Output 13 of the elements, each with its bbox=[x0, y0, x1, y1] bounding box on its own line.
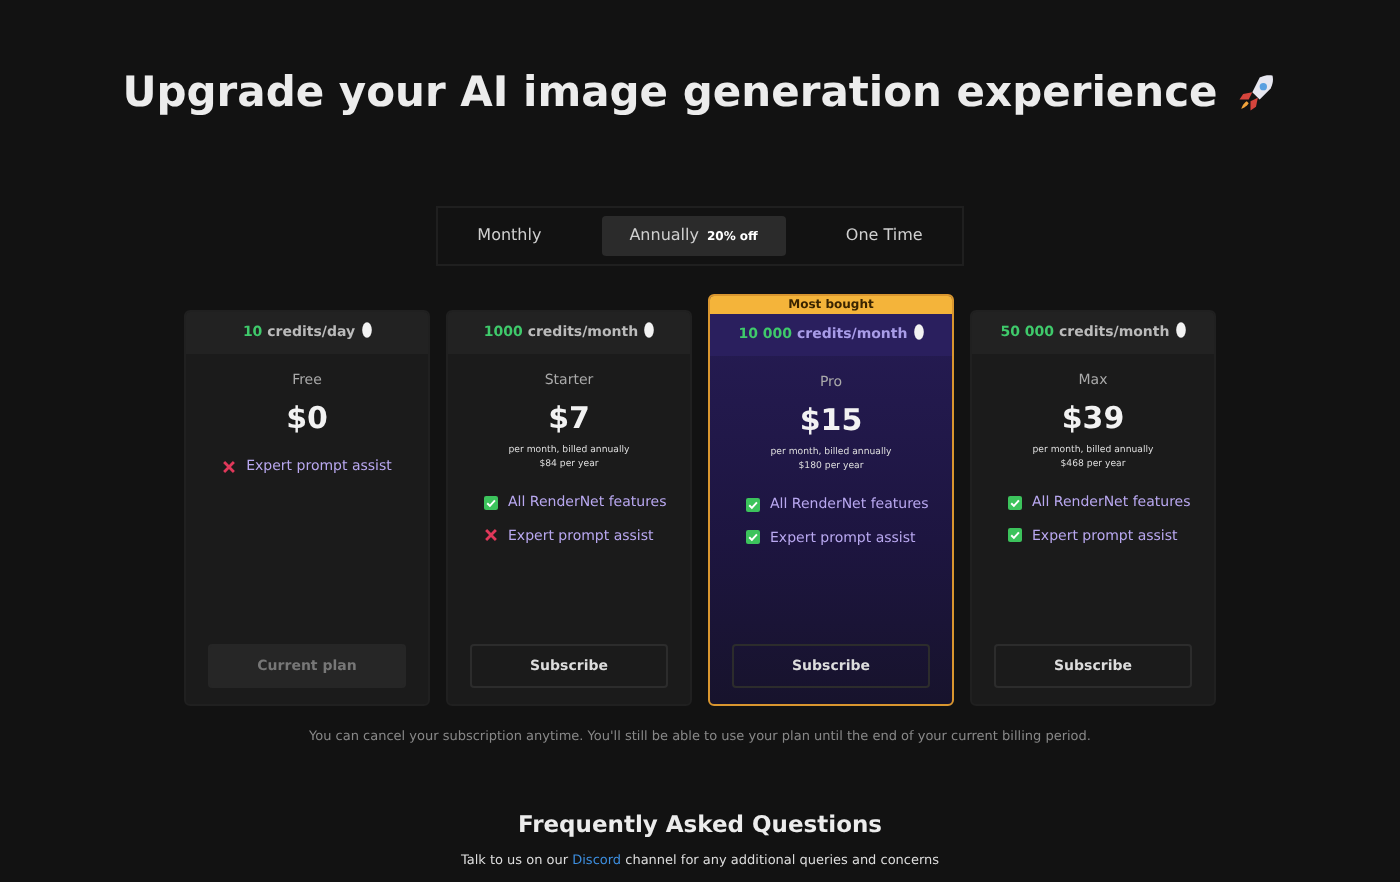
plan-price: $15 bbox=[797, 402, 865, 439]
page-heading: Upgrade your AI image generation experience bbox=[122, 68, 1218, 119]
billing-tab[interactable]: Monthly bbox=[449, 216, 570, 257]
plan-price: $7 bbox=[546, 400, 592, 437]
coin-icon bbox=[361, 322, 372, 339]
billing-tab[interactable]: One Time bbox=[817, 216, 951, 257]
rocket-icon bbox=[1233, 71, 1278, 116]
coin-icon bbox=[1175, 322, 1186, 339]
coin-icon bbox=[913, 324, 924, 341]
plan-price: $0 bbox=[284, 400, 330, 437]
faq-heading: Frequently Asked Questions bbox=[517, 811, 883, 840]
coin-icon bbox=[644, 322, 655, 339]
plan-price: $39 bbox=[1059, 400, 1127, 437]
